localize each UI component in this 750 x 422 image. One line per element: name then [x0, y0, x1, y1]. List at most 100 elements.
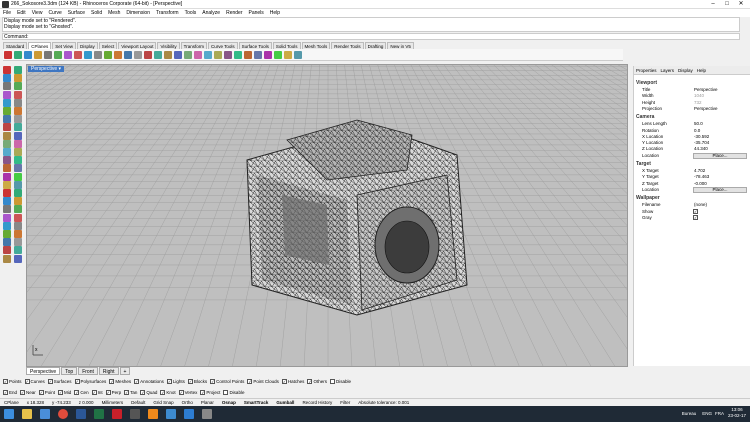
menu-item-transform[interactable]: Transform	[153, 9, 182, 17]
osnap-mid[interactable]: ✓ Mid	[58, 390, 71, 395]
viewport-tab[interactable]: Top	[61, 367, 78, 375]
left-tool-icon[interactable]	[3, 254, 11, 263]
toolbar-tab[interactable]: Solid Tools	[272, 42, 301, 49]
viewport-canvas[interactable]: x	[27, 65, 628, 367]
left-tool-icon[interactable]	[3, 180, 11, 189]
tool-icon-13[interactable]	[124, 50, 132, 59]
viewport-tab[interactable]: +	[119, 367, 131, 375]
toolbar-tab[interactable]: Drafting	[364, 42, 387, 49]
property-value[interactable]: -78.463	[693, 174, 744, 181]
app-icon[interactable]	[202, 409, 212, 419]
left-tool-icon[interactable]	[3, 74, 11, 83]
checkbox[interactable]: ✓	[140, 390, 146, 395]
osnap-perp[interactable]: ✓ Perp	[105, 390, 121, 395]
file-explorer-icon[interactable]	[22, 409, 32, 419]
left-tool-icon[interactable]	[3, 115, 11, 124]
left-tool-icon[interactable]	[14, 90, 22, 99]
checkbox[interactable]: ✓	[20, 390, 26, 395]
toolbar-tab[interactable]: Curve Tools	[207, 42, 238, 49]
property-value[interactable]: Perspective	[693, 87, 744, 93]
viewport-title-button[interactable]: Perspective ▾	[28, 66, 65, 72]
tool-icon-20[interactable]	[194, 50, 202, 59]
tool-icon-30[interactable]	[294, 50, 302, 59]
menu-item-panels[interactable]: Panels	[246, 9, 267, 17]
left-tool-icon[interactable]	[3, 246, 11, 255]
viewport-tab[interactable]: Front	[78, 367, 98, 375]
checkbox[interactable]: ✓	[307, 379, 313, 384]
menu-item-render[interactable]: Render	[223, 9, 245, 17]
property-value[interactable]: 732	[693, 99, 744, 106]
left-tool-icon[interactable]	[3, 107, 11, 115]
left-tool-icon[interactable]	[14, 123, 22, 132]
windows-start-icon[interactable]	[4, 409, 14, 419]
left-tool-icon[interactable]	[14, 197, 22, 206]
toolbar-tab[interactable]: Select	[98, 42, 118, 49]
tool-icon-25[interactable]	[244, 50, 252, 59]
left-tool-icon[interactable]	[14, 66, 22, 74]
checkbox[interactable]: ✓	[134, 379, 140, 384]
tool-icon-5[interactable]	[44, 50, 52, 59]
checkbox[interactable]: ✓	[3, 379, 8, 384]
acrobat-icon[interactable]	[112, 409, 122, 419]
checkbox[interactable]	[223, 390, 229, 395]
osnap-curves[interactable]: ✓ Curves	[24, 379, 45, 384]
left-tool-icon[interactable]	[3, 156, 11, 165]
menu-item-help[interactable]: Help	[267, 9, 283, 17]
left-tool-icon[interactable]	[3, 197, 11, 206]
tool-icon-2[interactable]	[14, 50, 22, 59]
tool-icon-19[interactable]	[184, 50, 192, 59]
left-tool-icon[interactable]	[14, 98, 22, 107]
osnap-vertex[interactable]: ✓ Vertex	[178, 390, 197, 395]
tool-icon-11[interactable]	[104, 50, 112, 59]
checkbox[interactable]: ✓	[693, 214, 698, 220]
viewport-tab[interactable]: Right	[98, 367, 119, 375]
checkbox[interactable]: ✓	[178, 390, 184, 395]
left-tool-icon[interactable]	[3, 98, 11, 107]
property-value[interactable]: -35.704	[693, 140, 744, 147]
perspective-viewport[interactable]: x Perspective ▾	[26, 64, 628, 367]
toolbar-tab[interactable]: Viewport Layout	[118, 42, 157, 49]
left-tool-icon[interactable]	[14, 238, 22, 247]
left-tool-icon[interactable]	[3, 164, 11, 173]
toolbar-tab[interactable]: Display	[76, 42, 98, 49]
word-icon[interactable]	[76, 409, 86, 419]
property-value[interactable]: 4.702	[693, 168, 744, 174]
left-tool-icon[interactable]	[14, 74, 22, 83]
left-tool-icon[interactable]	[14, 148, 22, 156]
tool-icon-29[interactable]	[284, 50, 292, 59]
property-value[interactable]: (none)	[693, 202, 744, 209]
place-button[interactable]: Place...	[693, 152, 747, 159]
osnap-point[interactable]: ✓ Point	[38, 390, 55, 395]
mail-icon[interactable]	[166, 409, 176, 419]
clock[interactable]: 13:06 23-02-17	[728, 407, 746, 419]
panel-tab-layers[interactable]: Layers	[659, 66, 677, 74]
tool-icon-3[interactable]	[24, 50, 32, 59]
left-tool-icon[interactable]	[3, 82, 11, 91]
toolbar-tab[interactable]: Transform	[180, 42, 207, 49]
left-tool-icon[interactable]	[14, 156, 22, 165]
property-value[interactable]: -0.000	[693, 180, 744, 187]
tool-icon-17[interactable]	[164, 50, 172, 59]
checkbox[interactable]: ✓	[3, 390, 8, 395]
checkbox[interactable]: ✓	[187, 379, 193, 384]
osnap-others[interactable]: ✓ Others	[307, 379, 327, 384]
osnap-disable[interactable]: Disable	[223, 390, 244, 395]
toolbar-tab[interactable]: New in V5	[387, 42, 414, 49]
store-icon[interactable]	[40, 409, 50, 419]
property-value[interactable]: 0.0	[693, 127, 744, 134]
left-tool-icon[interactable]	[3, 131, 11, 140]
checkbox[interactable]	[329, 379, 335, 384]
left-tool-icon[interactable]	[14, 189, 22, 197]
checkbox[interactable]: ✓	[693, 208, 698, 214]
left-tool-icon[interactable]	[3, 213, 11, 222]
photos-icon[interactable]	[184, 409, 194, 419]
left-tool-icon[interactable]	[14, 107, 22, 115]
tool-icon-14[interactable]	[134, 50, 142, 59]
tool-icon-21[interactable]	[204, 50, 212, 59]
left-tool-icon[interactable]	[14, 230, 22, 238]
tool-icon-16[interactable]	[154, 50, 162, 59]
checkbox[interactable]: ✓	[58, 390, 64, 395]
left-tool-icon[interactable]	[14, 221, 22, 230]
panel-tab-help[interactable]: Help	[695, 66, 708, 74]
tool-icon-26[interactable]	[254, 50, 262, 59]
